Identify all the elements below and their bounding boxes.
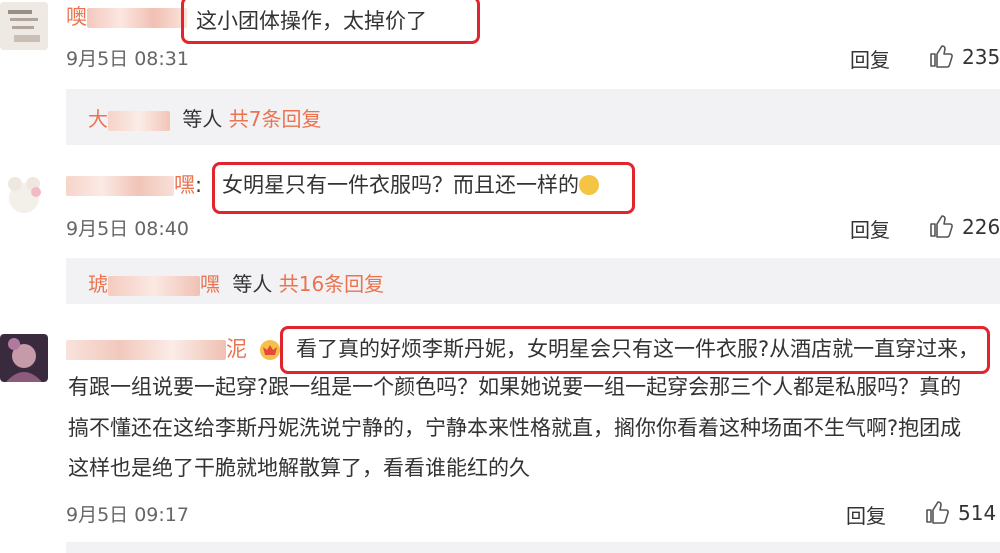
reply-user[interactable]: 大 (88, 107, 108, 131)
blurred-username (87, 8, 187, 28)
comment-1: 噢 这小团体操作，太掉价了 9月5日 08:31 回复 235 大 等人 共7条… (0, 0, 1000, 150)
avatar[interactable] (0, 334, 48, 382)
thumbs-up-icon (930, 215, 953, 238)
comment-3: 泥 看了真的好烦李斯丹妮，女明星会只有这一件衣服?从酒店就一直穿过来， 有跟一组… (0, 304, 1000, 553)
like-button[interactable]: 514 (924, 499, 996, 525)
comment-text-line-2: 有跟一组说要一起穿?跟一组是一个颜色吗？如果她说要一组一起穿会那三个人都是私服吗… (68, 375, 962, 399)
like-count: 235 (962, 45, 1000, 69)
reply-summary[interactable]: 琥嘿 等人 共16条回复 (66, 258, 1000, 304)
reply-summary-edge (66, 542, 1000, 553)
username[interactable]: 嘿: (66, 172, 202, 198)
reply-others: 等人 (182, 107, 223, 131)
comment-text: 这小团体操作，太掉价了 (196, 9, 427, 33)
blurred-username (108, 275, 200, 296)
comment-2: 嘿: 女明星只有一件衣服吗？而且还一样的 9月5日 08:40 回复 226 琥… (0, 152, 1000, 304)
comment-text-line-1: 看了真的好烦李斯丹妮，女明星会只有这一件衣服?从酒店就一直穿过来， (296, 337, 980, 361)
blurred-username (66, 340, 226, 360)
reply-summary[interactable]: 大 等人 共7条回复 (66, 89, 1000, 145)
comment-text-line-3: 搞不懂还在这给李斯丹妮洗说宁静的，宁静本来性格就直，搁你你看着这种场面不生气啊?… (68, 416, 962, 440)
reply-user[interactable]: 琥 (88, 272, 108, 296)
like-button[interactable]: 226 (928, 213, 1000, 239)
thinking-face-icon (579, 175, 599, 195)
avatar-image (0, 334, 48, 382)
avatar[interactable] (0, 2, 48, 50)
blurred-username (108, 110, 170, 131)
avatar[interactable] (0, 170, 48, 218)
comment-text: 女明星只有一件衣服吗？而且还一样的 (222, 170, 599, 200)
blurred-username (66, 176, 174, 196)
username[interactable]: 噢 (66, 4, 187, 30)
reply-others: 等人 (232, 272, 273, 296)
reply-count-link[interactable]: 共16条回复 (279, 272, 384, 296)
like-count: 514 (958, 501, 997, 525)
username[interactable]: 泥 (66, 336, 286, 366)
timestamp: 9月5日 08:31 (66, 48, 189, 70)
thumbs-up-icon (930, 45, 953, 68)
avatar-image (0, 170, 48, 218)
crown-icon (258, 338, 282, 366)
avatar-image (0, 2, 48, 50)
timestamp: 9月5日 08:40 (66, 218, 189, 240)
reply-button[interactable]: 回复 (846, 500, 886, 529)
like-button[interactable]: 235 (928, 43, 1000, 69)
like-count: 226 (962, 215, 1000, 239)
reply-button[interactable]: 回复 (850, 44, 890, 73)
reply-count-link[interactable]: 共7条回复 (229, 107, 322, 131)
timestamp: 9月5日 09:17 (66, 504, 189, 526)
comment-text-line-4: 这样也是绝了干脆就地解散算了，看看谁能红的久 (68, 456, 530, 480)
reply-button[interactable]: 回复 (850, 214, 890, 243)
thumbs-up-icon (926, 501, 949, 524)
